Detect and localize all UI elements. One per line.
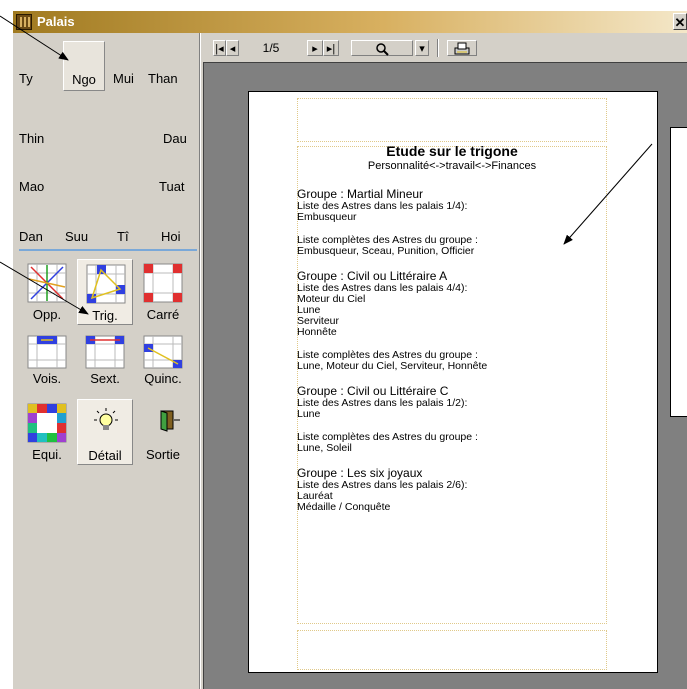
report-title: Etude sur le trigone: [386, 143, 518, 159]
sextile-button[interactable]: Sext.: [77, 331, 133, 397]
title-bar: Palais ✕: [13, 11, 687, 33]
carre-button[interactable]: Carré: [135, 259, 191, 325]
quinconce-icon: [143, 335, 183, 369]
voisins-button[interactable]: Vois.: [19, 331, 75, 397]
last-page-icon[interactable]: ▸|: [323, 40, 339, 56]
page-indicator: 1/5: [262, 41, 280, 55]
sortie-label: Sortie: [146, 447, 180, 462]
trigone-icon: [86, 264, 126, 304]
palace-thin[interactable]: Thin: [19, 131, 44, 146]
group-list-item: Moteur du Ciel: [297, 293, 366, 305]
quinconce-label: Quinc.: [144, 371, 182, 386]
group-list-item: Serviteur: [297, 315, 340, 327]
palace-mao[interactable]: Mao: [19, 179, 44, 194]
window-title: Palais: [37, 14, 75, 29]
header-band: [297, 98, 607, 142]
chevron-down-icon[interactable]: ▾: [415, 40, 429, 56]
print-button[interactable]: [447, 40, 477, 56]
footer-band: [297, 630, 607, 670]
detail-label: Détail: [88, 448, 122, 463]
opposition-label: Opp.: [32, 307, 62, 322]
opposition-icon: [27, 263, 67, 303]
first-page-icon[interactable]: |◂: [213, 40, 226, 56]
app-icon: [16, 14, 32, 30]
panel-separator: [19, 249, 197, 251]
palace-dan[interactable]: Dan: [19, 229, 43, 244]
equilibre-icon: [27, 403, 67, 443]
palace-ngo[interactable]: Ngo: [63, 41, 105, 91]
next-preview-page: [670, 127, 687, 417]
group-list-item: Lune: [297, 408, 321, 420]
palace-panel: Ty Ngo Mui Than Thin Dau Mao Tuat Dan Su…: [13, 33, 199, 689]
print-preview-area[interactable]: Etude sur le trigone Personnalité<->trav…: [203, 62, 687, 689]
carre-label: Carré: [146, 307, 180, 322]
lightbulb-icon: [94, 408, 118, 430]
palace-suu[interactable]: Suu: [65, 229, 88, 244]
trigone-label: Trig.: [92, 308, 118, 323]
palace-mui[interactable]: Mui: [113, 71, 134, 86]
equilibre-button[interactable]: Equi.: [19, 399, 75, 465]
exit-door-icon: [160, 410, 180, 432]
next-page-icon[interactable]: ▸: [307, 40, 323, 56]
palace-tuat[interactable]: Tuat: [159, 179, 185, 194]
preview-toolbar: |◂ ◂ 1/5 ▸ ▸| ▾: [203, 37, 683, 59]
preview-page: Etude sur le trigone Personnalité<->trav…: [248, 91, 658, 673]
palace-than[interactable]: Than: [148, 71, 178, 86]
magnifier-icon: [376, 43, 389, 56]
group-complete-list: Embusqueur, Sceau, Punition, Officier: [297, 245, 475, 257]
group-complete-list: Lune, Soleil: [297, 442, 352, 454]
voisins-label: Vois.: [32, 371, 62, 386]
quinconce-button[interactable]: Quinc.: [135, 331, 191, 397]
palais-window: Palais ✕ Ty Ngo Mui Than Thin Dau Mao Tu…: [12, 10, 687, 689]
group-name: Groupe : Civil ou Littéraire C: [297, 384, 449, 398]
detail-button[interactable]: Détail: [77, 399, 133, 465]
sextile-icon: [85, 335, 125, 369]
group-name: Groupe : Civil ou Littéraire A: [297, 269, 448, 283]
report-content: Etude sur le trigone Personnalité<->trav…: [297, 140, 607, 513]
panel-divider: [199, 33, 201, 689]
close-button[interactable]: ✕: [673, 13, 687, 30]
trigone-button[interactable]: Trig.: [77, 259, 133, 325]
zoom-button[interactable]: [351, 40, 413, 56]
group-list-item: Médaille / Conquête: [297, 501, 391, 513]
sortie-button[interactable]: Sortie: [135, 399, 191, 465]
group-list-header: Liste des Astres dans les palais 1/2):: [297, 397, 468, 409]
voisins-icon: [27, 335, 67, 369]
toolbar-separator: [437, 39, 439, 57]
report-subtitle: Personnalité<->travail<->Finances: [367, 160, 537, 172]
group-list-item: Embusqueur: [297, 211, 357, 223]
printer-icon: [454, 42, 470, 55]
equilibre-label: Equi.: [32, 447, 62, 462]
group-name: Groupe : Martial Mineur: [297, 187, 424, 201]
group-list-item: Honnête: [297, 326, 337, 338]
opposition-button[interactable]: Opp.: [19, 259, 75, 325]
group-complete-list: Lune, Moteur du Ciel, Serviteur, Honnête: [297, 360, 488, 372]
palace-ti[interactable]: Tî: [117, 229, 129, 244]
group-list-item: Lune: [297, 304, 321, 316]
prev-page-icon[interactable]: ◂: [226, 40, 239, 56]
palace-ty[interactable]: Ty: [19, 71, 33, 86]
group-list-header: Liste des Astres dans les palais 2/6):: [297, 479, 468, 491]
palace-hoi[interactable]: Hoi: [161, 229, 181, 244]
group-name: Groupe : Les six joyaux: [297, 466, 423, 480]
palace-dau[interactable]: Dau: [163, 131, 187, 146]
carre-icon: [143, 263, 183, 303]
sextile-label: Sext.: [90, 371, 120, 386]
